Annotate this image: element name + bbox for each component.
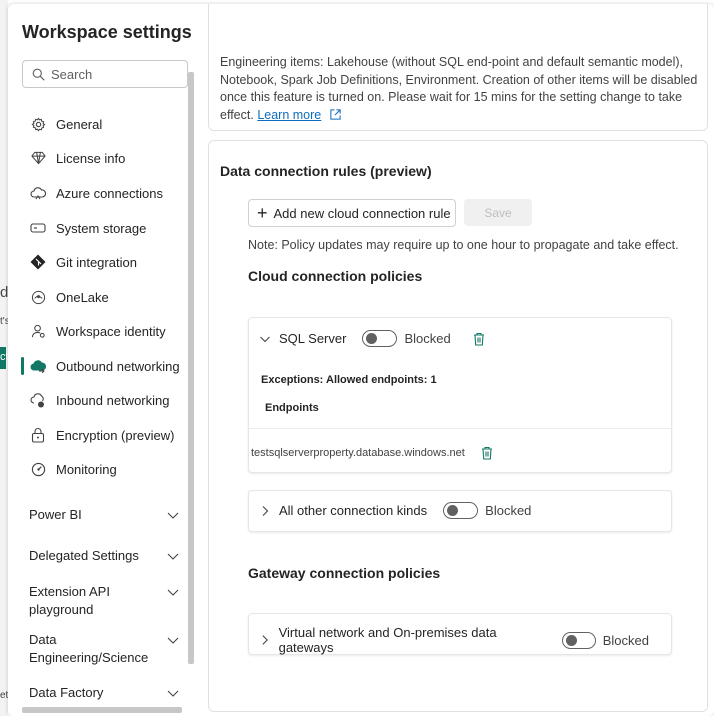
nav-item-label: OneLake — [56, 289, 109, 305]
nav-item-outbound-networking[interactable]: Outbound networking — [30, 355, 180, 377]
section-data-engineering[interactable]: Data Engineering/Science — [29, 631, 179, 667]
nav-item-azure-connections[interactable]: Azure connections — [30, 182, 163, 204]
nav-item-encryption[interactable]: Encryption (preview) — [30, 424, 175, 446]
chevron-right-icon[interactable] — [259, 634, 271, 646]
chevron-right-icon[interactable] — [259, 505, 271, 517]
other-connections-toggle[interactable] — [443, 502, 479, 519]
exceptions-summary: Exceptions: Allowed endpoints: 1 — [261, 374, 437, 386]
nav-item-label: Outbound networking — [56, 358, 180, 374]
nav-item-label: Inbound networking — [56, 392, 170, 408]
cloud-icon — [30, 185, 46, 201]
policy-state: Blocked — [602, 632, 649, 648]
nav-item-label: License info — [56, 150, 126, 166]
section-label: Delegated Settings — [29, 548, 139, 563]
nav-item-monitoring[interactable]: Monitoring — [30, 458, 117, 480]
nav-item-label: System storage — [56, 220, 147, 236]
sidebar-scrollbar[interactable] — [188, 72, 194, 664]
external-link-icon[interactable] — [329, 108, 342, 121]
policy-header: SQL Server Blocked — [259, 330, 485, 347]
nav-item-inbound-networking[interactable]: Inbound networking — [30, 389, 169, 411]
policy-label: SQL Server — [279, 331, 347, 346]
cloud-outbound-icon — [30, 358, 46, 374]
inbound-icon — [30, 392, 46, 408]
add-cloud-connection-rule-button[interactable]: + Add new cloud connection rule — [248, 199, 456, 227]
policy-label: All other connection kinds — [279, 503, 428, 518]
sql-server-policy: SQL Server Blocked Exceptions: Allowed e… — [248, 317, 672, 473]
chevron-down-icon — [167, 589, 179, 596]
gear-icon — [30, 116, 46, 132]
diamond-icon — [30, 150, 46, 166]
nav-item-label: Git integration — [56, 254, 137, 270]
policy-label: Virtual network and On-premises data gat… — [278, 625, 497, 655]
nav-item-label: Encryption (preview) — [56, 427, 175, 443]
nav-item-system-storage[interactable]: System storage — [30, 217, 146, 239]
git-icon — [30, 254, 46, 270]
nav-item-general[interactable]: General — [30, 113, 102, 135]
dialog-title: Workspace settings — [22, 22, 192, 42]
nav-item-workspace-identity[interactable]: Workspace identity — [30, 320, 166, 342]
gateway-policy: Virtual network and On-premises data gat… — [248, 613, 672, 655]
section-label: Extension API playground — [29, 584, 110, 617]
sql-server-toggle[interactable] — [362, 330, 398, 347]
lock-icon — [30, 427, 46, 443]
section-delegated-settings[interactable]: Delegated Settings — [29, 547, 179, 565]
rules-heading: Data connection rules (preview) — [220, 163, 432, 179]
save-button[interactable]: Save — [464, 199, 532, 226]
policy-state: Blocked — [485, 503, 532, 518]
chevron-down-icon — [167, 637, 179, 644]
policy-header: Virtual network and On-premises data gat… — [259, 625, 671, 655]
gateway-policies-heading: Gateway connection policies — [248, 565, 441, 581]
data-connection-rules-card: Data connection rules (preview) + Add ne… — [208, 140, 708, 712]
toggle-knob — [565, 634, 577, 646]
info-card: Engineering items: Lakehouse (without SQ… — [208, 4, 708, 131]
divider — [249, 428, 671, 429]
nav-item-git-integration[interactable]: Git integration — [30, 251, 137, 273]
search-input[interactable]: Search — [22, 60, 188, 88]
learn-more-link[interactable]: Learn more — [257, 108, 321, 122]
gateway-toggle[interactable] — [561, 631, 596, 649]
storage-icon — [30, 220, 46, 236]
chevron-down-icon — [167, 512, 179, 519]
plus-icon: + — [257, 203, 268, 223]
search-placeholder: Search — [51, 66, 93, 82]
section-data-factory[interactable]: Data Factory — [29, 684, 179, 702]
search-icon — [32, 68, 45, 81]
policy-note: Note: Policy updates may require up to o… — [248, 238, 679, 252]
other-connections-policy: All other connection kinds Blocked — [248, 490, 672, 532]
trash-icon[interactable] — [473, 332, 485, 346]
section-label: Data Factory — [29, 685, 104, 700]
chevron-down-icon — [167, 553, 179, 560]
workspace-settings-dialog: Workspace settings Search General Licens… — [8, 4, 714, 716]
add-button-label: Add new cloud connection rule — [273, 205, 451, 221]
onelake-icon — [30, 289, 46, 305]
endpoint-url: testsqlserverproperty.database.windows.n… — [251, 447, 465, 459]
toggle-knob — [366, 333, 378, 344]
nav-item-onelake[interactable]: OneLake — [30, 286, 109, 308]
nav-item-license-info[interactable]: License info — [30, 147, 125, 169]
toggle-knob — [447, 505, 459, 516]
identity-icon — [30, 323, 46, 339]
nav-item-label: Monitoring — [56, 461, 117, 477]
section-label: Data Engineering/Science — [29, 632, 149, 665]
nav-item-label: General — [56, 116, 103, 132]
section-power-bi[interactable]: Power BI — [29, 506, 179, 524]
monitoring-icon — [30, 461, 46, 477]
active-indicator — [21, 357, 24, 375]
policy-header: All other connection kinds Blocked — [259, 502, 553, 519]
cloud-policies-heading: Cloud connection policies — [248, 268, 423, 284]
section-extension-api[interactable]: Extension API playground — [29, 583, 179, 619]
policy-state: Blocked — [404, 331, 451, 346]
horizontal-scrollbar[interactable] — [22, 707, 182, 713]
nav-item-label: Azure connections — [56, 185, 163, 201]
info-text: Engineering items: Lakehouse (without SQ… — [220, 54, 698, 124]
endpoint-row: testsqlserverproperty.database.windows.n… — [251, 446, 493, 460]
chevron-down-icon — [167, 690, 179, 697]
endpoints-heading: Endpoints — [265, 402, 319, 414]
section-label: Power BI — [29, 507, 82, 522]
chevron-down-icon[interactable] — [259, 333, 271, 345]
trash-icon[interactable] — [481, 446, 493, 460]
nav-item-label: Workspace identity — [56, 323, 166, 339]
